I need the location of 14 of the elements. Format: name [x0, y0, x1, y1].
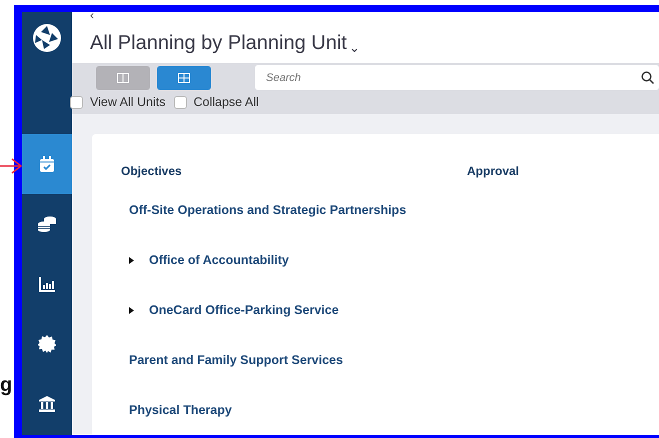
caret-icon[interactable]: ⌄: [348, 40, 360, 56]
checkbox-label: View All Units: [90, 95, 166, 110]
page-title: All Planning by Planning Unit: [90, 32, 347, 56]
unit-link[interactable]: OneCard Office-Parking Service: [149, 303, 339, 317]
unit-link[interactable]: Parent and Family Support Services: [129, 353, 343, 367]
search-field[interactable]: Search: [255, 65, 659, 90]
unit-link[interactable]: Physical Therapy: [129, 403, 232, 417]
unit-link[interactable]: Office of Accountability: [149, 253, 289, 267]
checkbox-label: Collapse All: [194, 95, 259, 110]
column-header: Objectives: [121, 164, 183, 178]
back-link[interactable]: ‹: [90, 8, 94, 22]
column-header: Approval: [467, 164, 520, 178]
annotation-text: g: [0, 374, 12, 397]
unit-link[interactable]: Off-Site Operations and Strategic Partnerships: [129, 203, 406, 217]
